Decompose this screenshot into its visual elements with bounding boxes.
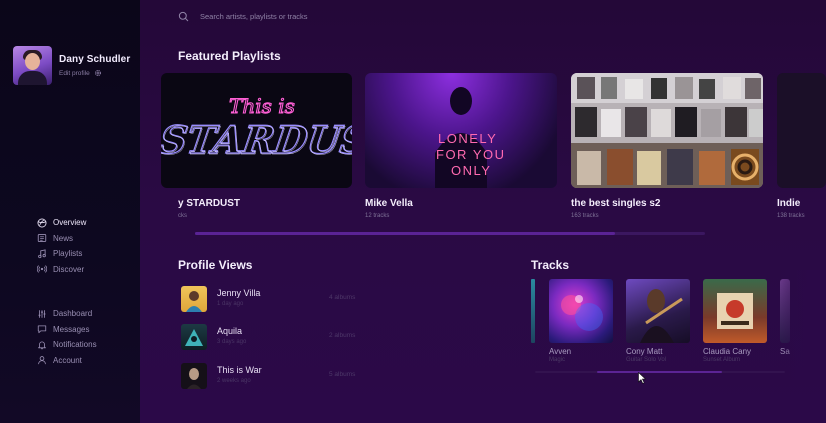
news-icon [36,233,47,244]
music-note-icon [36,248,47,259]
playlist-name[interactable]: Mike Vella [365,198,413,209]
profile-view-albums: 4 albums [329,294,356,301]
track-item[interactable]: Cony Matt Guitar Solo Vol [626,279,690,363]
nav-item-playlists[interactable]: Playlists [36,246,136,262]
radio-icon [36,264,47,275]
playlist-card[interactable]: Indie 138 tracks [777,73,826,219]
playlist-cover[interactable]: LONELY FOR YOU ONLY [365,73,557,188]
search-bar[interactable] [178,11,400,22]
mouse-cursor-icon [638,372,646,384]
avatar[interactable] [13,46,52,85]
sliders-icon [36,308,47,319]
chat-bubble-icon [36,324,47,335]
profile-view-row[interactable]: Aquila 3 days ago 2 albums [181,324,381,350]
playlist-card[interactable]: the best singles s2 163 tracks [571,73,763,219]
profile-view-name: This is War [217,365,262,375]
track-name: Avven [549,347,572,356]
profile-view-time: 3 days ago [217,339,247,345]
edit-profile-link[interactable]: Edit profile [59,69,130,77]
profile-views-title: Profile Views [178,258,253,272]
profile-view-thumbnail[interactable] [181,363,207,389]
nav-item-dashboard[interactable]: Dashboard [36,306,136,322]
edit-profile-label: Edit profile [59,69,90,77]
svg-text:FOR YOU: FOR YOU [436,147,506,162]
tracks-scrollbar-thumb[interactable] [597,371,722,373]
track-item[interactable]: Avven Magic [549,279,613,363]
profile-view-name: Aquila [217,326,243,336]
user-profile[interactable]: Dany Schudler Edit profile [13,46,130,85]
profile-view-thumbnail[interactable] [181,286,207,312]
svg-text:STARDUST: STARDUST [161,119,352,164]
track-item[interactable]: Claudia Cany Sunset Album [703,279,767,363]
track-subtitle: Guitar Solo Vol [626,357,667,363]
tracks-fade-overlay [780,270,826,380]
playlist-name[interactable]: Indie [777,198,800,209]
nav-item-notifications[interactable]: Notifications [36,337,136,353]
profile-view-albums: 5 albums [329,371,356,378]
track-cover[interactable] [626,279,690,343]
primary-nav: Overview News Playlists Discover [36,215,136,277]
svg-text:LONELY: LONELY [438,131,497,146]
track-name: Cony Matt [626,347,663,356]
profile-view-row[interactable]: Jenny Villa 1 day ago 4 albums [181,286,381,312]
playlist-track-count: 12 tracks [365,213,390,219]
profile-view-name: Jenny Villa [217,288,261,298]
nav-label-playlists: Playlists [53,249,83,259]
nav-label-discover: Discover [53,264,85,274]
svg-text:This is: This is [229,94,295,118]
playlist-cover[interactable]: This is STARDUST STARDUST [161,73,352,188]
track-cover[interactable] [703,279,767,343]
playlist-track-count: cks [178,213,187,219]
nav-item-discover[interactable]: Discover [36,262,136,278]
playlist-name[interactable]: y STARDUST [178,198,240,209]
playlist-cover[interactable] [571,73,763,188]
secondary-nav: Dashboard Messages Notifications Account [36,306,136,368]
profile-view-albums: 2 albums [329,332,356,339]
featured-playlists-title: Featured Playlists [178,49,281,63]
nav-label-overview: Overview [53,218,87,228]
nav-label-news: News [53,233,74,243]
track-subtitle: Magic [549,357,566,363]
playlist-cover[interactable] [777,73,826,188]
nav-item-account[interactable]: Account [36,353,136,369]
nav-label-notifications: Notifications [53,340,97,350]
nav-item-news[interactable]: News [36,231,136,247]
tracks-scrollbar[interactable] [535,371,785,373]
tracks-title: Tracks [531,258,570,272]
bell-icon [36,339,47,350]
track-cover-partial [531,279,535,343]
nav-label-messages: Messages [53,324,90,334]
main-content: Featured Playlists This is STARDUST STAR… [140,0,826,423]
profile-view-time: 2 weeks ago [217,378,251,384]
track-cover[interactable] [549,279,613,343]
user-name: Dany Schudler [59,54,131,65]
search-input[interactable] [200,12,400,21]
globe-icon [36,217,47,228]
nav-item-overview[interactable]: Overview [36,215,136,231]
app-root: Dany Schudler Edit profile Overview News… [0,0,826,423]
nav-item-messages[interactable]: Messages [36,322,136,338]
playlist-track-count: 163 tracks [571,213,599,219]
sidebar: Dany Schudler Edit profile Overview News… [0,0,140,423]
playlist-track-count: 138 tracks [777,213,805,219]
playlist-card[interactable]: LONELY FOR YOU ONLY Mike Vella 12 tracks [365,73,557,219]
gear-icon [94,70,101,76]
user-icon [36,355,47,366]
nav-label-account: Account [53,355,82,365]
track-subtitle: Sunset Album [703,357,741,363]
nav-label-dashboard: Dashboard [53,309,93,319]
track-name: Claudia Cany [703,347,752,356]
playlists-scrollbar[interactable] [195,232,705,235]
svg-text:ONLY: ONLY [451,163,491,178]
profile-view-time: 1 day ago [217,301,244,307]
profile-view-thumbnail[interactable] [181,324,207,350]
profile-view-row[interactable]: This is War 2 weeks ago 5 albums [181,363,381,389]
playlist-card[interactable]: This is STARDUST STARDUST y STARDUST cks [161,73,352,219]
search-icon [178,11,189,22]
playlist-name[interactable]: the best singles s2 [571,198,660,209]
playlists-scrollbar-thumb[interactable] [195,232,615,235]
